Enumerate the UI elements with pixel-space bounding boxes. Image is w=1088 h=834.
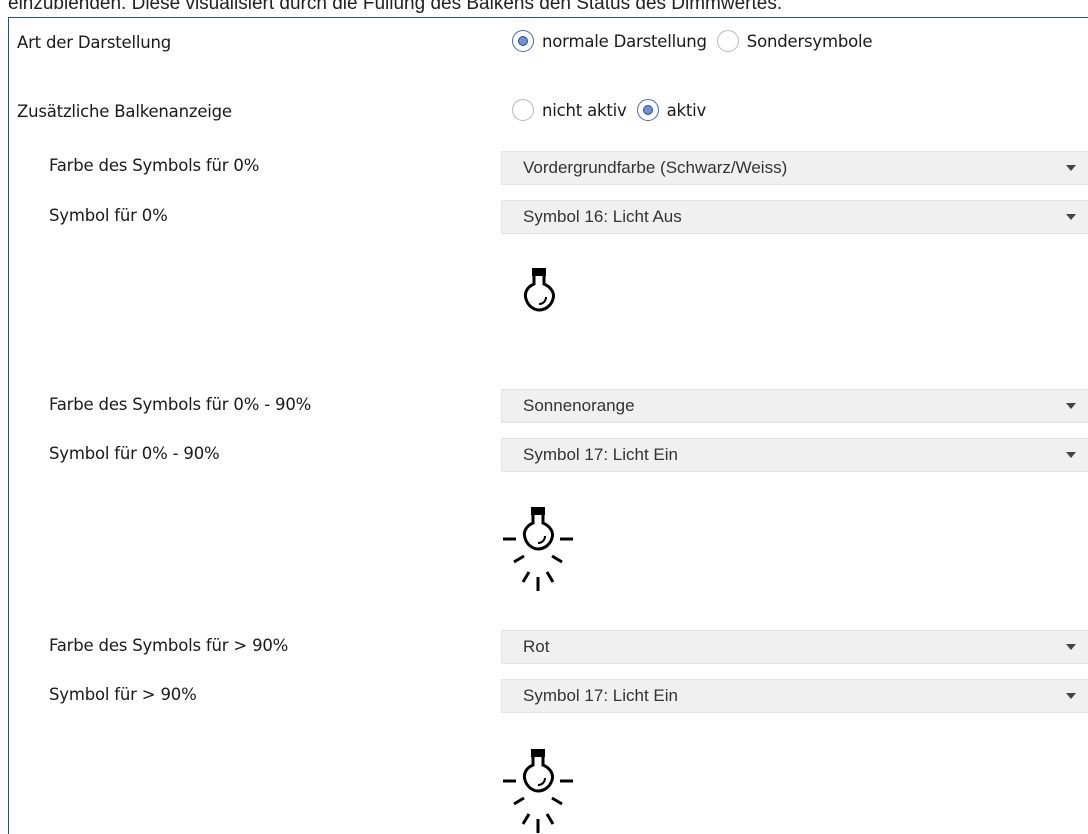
- select-symbol-0[interactable]: Symbol 16: Licht Aus: [501, 200, 1088, 234]
- dropdown-arrow-icon[interactable]: [1066, 214, 1076, 220]
- label-art-der-darstellung: Art der Darstellung: [17, 33, 172, 52]
- select-farbe-symbol-0-90[interactable]: Sonnenorange: [501, 389, 1088, 423]
- light-off-icon: [523, 268, 555, 312]
- label-farbe-symbol-0-90: Farbe des Symbols für 0% - 90%: [49, 395, 312, 414]
- select-value: Vordergrundfarbe (Schwarz/Weiss): [523, 158, 788, 177]
- parameter-panel: Art der Darstellung normale Darstellung …: [8, 17, 1088, 834]
- dropdown-arrow-icon[interactable]: [1066, 693, 1076, 699]
- radio-group-art-der-darstellung: normale Darstellung Sondersymbole: [512, 30, 882, 52]
- select-value: Rot: [523, 637, 550, 656]
- radio-label: aktiv: [666, 100, 707, 120]
- dropdown-arrow-icon[interactable]: [1066, 403, 1076, 409]
- description-text-fragment: einzublenden. Diese visualisiert durch d…: [8, 0, 783, 14]
- label-farbe-symbol-90: Farbe des Symbols für > 90%: [49, 636, 289, 655]
- light-on-icon: [503, 749, 573, 833]
- select-value: Symbol 17: Licht Ein: [523, 686, 678, 705]
- radio-normale-darstellung[interactable]: normale Darstellung: [512, 30, 707, 52]
- radio-aktiv[interactable]: aktiv: [636, 99, 707, 121]
- radio-label: normale Darstellung: [542, 31, 707, 51]
- select-value: Symbol 16: Licht Aus: [523, 207, 682, 226]
- select-value: Sonnenorange: [523, 396, 635, 415]
- radio-sondersymbole[interactable]: Sondersymbole: [716, 30, 873, 52]
- label-farbe-symbol-0: Farbe des Symbols für 0%: [49, 156, 260, 175]
- select-symbol-90[interactable]: Symbol 17: Licht Ein: [501, 679, 1088, 713]
- label-symbol-90: Symbol für > 90%: [49, 685, 197, 704]
- radio-unchecked-icon[interactable]: [512, 99, 534, 121]
- select-value: Symbol 17: Licht Ein: [523, 445, 678, 464]
- radio-label: nicht aktiv: [542, 100, 627, 120]
- light-on-icon: [503, 507, 573, 591]
- select-farbe-symbol-90[interactable]: Rot: [501, 630, 1088, 664]
- dropdown-arrow-icon[interactable]: [1066, 165, 1076, 171]
- radio-group-balkenanzeige: nicht aktiv aktiv: [512, 99, 716, 121]
- label-symbol-0: Symbol für 0%: [49, 206, 168, 225]
- select-farbe-symbol-0[interactable]: Vordergrundfarbe (Schwarz/Weiss): [501, 151, 1088, 185]
- select-symbol-0-90[interactable]: Symbol 17: Licht Ein: [501, 438, 1088, 472]
- label-symbol-0-90: Symbol für 0% - 90%: [49, 444, 220, 463]
- dropdown-arrow-icon[interactable]: [1066, 644, 1076, 650]
- label-zusaetzliche-balkenanzeige: Zusätzliche Balkenanzeige: [17, 102, 232, 121]
- radio-label: Sondersymbole: [746, 31, 873, 51]
- radio-unchecked-icon[interactable]: [716, 30, 739, 52]
- radio-nicht-aktiv[interactable]: nicht aktiv: [512, 99, 627, 121]
- radio-checked-icon[interactable]: [512, 30, 534, 52]
- dropdown-arrow-icon[interactable]: [1066, 452, 1076, 458]
- radio-checked-icon[interactable]: [636, 99, 659, 121]
